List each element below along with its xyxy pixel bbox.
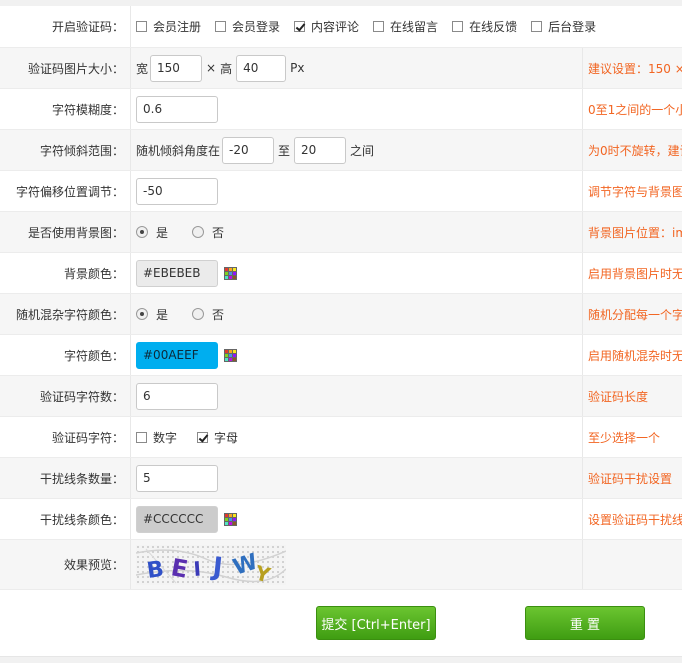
label-char-count: 验证码字符数： (39, 389, 124, 404)
tip-line-color: 设置验证码干扰线 (588, 512, 682, 527)
checkbox-admin-login[interactable]: 后台登录 (531, 18, 596, 35)
checkbox-online-feedback[interactable]: 在线反馈 (452, 18, 517, 35)
char-count-input[interactable]: 6 (136, 382, 218, 410)
label-line-color: 干扰线条颜色： (39, 512, 124, 527)
captcha-preview-image[interactable]: B E I J WY (136, 544, 286, 585)
radio-use-bg-yes[interactable]: 是 (136, 224, 168, 241)
checkbox-box (215, 21, 227, 32)
line-color-input[interactable]: #CCCCCC (136, 505, 218, 533)
tilt-from-input[interactable]: -20 (222, 136, 275, 164)
row-char-count: 验证码字符数： 6 验证码长度 (0, 376, 682, 417)
checkbox-box (531, 21, 543, 32)
background-color-input[interactable]: #EBEBEB (136, 259, 218, 287)
label-preview: 效果预览： (63, 558, 124, 572)
radio-circle (192, 226, 205, 238)
color-picker-icon[interactable] (224, 348, 237, 362)
tip-use-background: 背景图片位置：im (588, 225, 682, 240)
offset-input[interactable]: -50 (136, 177, 218, 205)
row-offset: 字符偏移位置调节： -50 调节字符与背景图 (0, 171, 682, 212)
checkbox-digits[interactable]: 数字 (136, 429, 177, 446)
checkbox-letters[interactable]: 字母 (197, 429, 238, 446)
row-image-size: 验证码图片大小： 宽 150 × 高 40 Px 建议设置：150 × 40 (0, 48, 682, 89)
label-random-color: 随机混杂字符颜色： (15, 307, 124, 322)
checkbox-content-comment[interactable]: 内容评论 (294, 18, 359, 35)
row-tilt-range: 字符倾斜范围： 随机倾斜角度在 -20 至 20 之间 为0时不旋转，建议 (0, 130, 682, 171)
checkbox-online-message[interactable]: 在线留言 (373, 18, 438, 35)
checkbox-box (373, 21, 385, 32)
row-blur: 字符模糊度： 0.6 0至1之间的一个小数 (0, 89, 682, 130)
height-label: 高 (220, 61, 233, 76)
enable-options: 会员注册 会员登录 内容评论 在线留言 在线反馈 后台登录 (136, 6, 610, 47)
char-color-input[interactable]: #00AEEF (136, 341, 218, 369)
row-enable-captcha: 开启验证码： 会员注册 会员登录 内容评论 在线留言 在线反馈 后台登录 (0, 6, 682, 48)
label-background-color: 背景颜色： (63, 266, 124, 281)
label-line-count: 干扰线条数量： (39, 471, 124, 486)
line-count-input[interactable]: 5 (136, 464, 218, 492)
checkbox-member-register[interactable]: 会员注册 (136, 18, 201, 35)
row-preview: 效果预览： BEIJWY (0, 540, 682, 590)
tip-char-count: 验证码长度 (588, 389, 649, 404)
label-char-type: 验证码字符： (51, 430, 124, 445)
label-tilt-range: 字符倾斜范围： (39, 143, 124, 158)
tilt-prefix: 随机倾斜角度在 (136, 143, 221, 158)
label-enable-captcha: 开启验证码： (51, 20, 124, 34)
radio-use-bg-no[interactable]: 否 (192, 224, 224, 241)
tilt-to-word: 至 (278, 143, 291, 158)
color-picker-icon[interactable] (224, 266, 237, 280)
checkbox-box (452, 21, 464, 32)
color-picker-icon[interactable] (224, 512, 237, 526)
radio-random-color-no[interactable]: 否 (192, 306, 224, 323)
width-label: 宽 (136, 61, 149, 76)
checkbox-member-login[interactable]: 会员登录 (215, 18, 280, 35)
checkbox-box (294, 21, 306, 32)
label-char-color: 字符颜色： (63, 348, 124, 363)
tilt-to-input[interactable]: 20 (294, 136, 347, 164)
blur-input[interactable]: 0.6 (136, 95, 218, 123)
tilt-suffix: 之间 (350, 143, 375, 158)
width-input[interactable]: 150 (150, 54, 203, 82)
tip-background-color: 启用背景图片时无 (588, 266, 682, 281)
row-char-color: 字符颜色： #00AEEF 启用随机混杂时无 (0, 335, 682, 376)
tip-char-type: 至少选择一个 (588, 430, 661, 445)
row-background-color: 背景颜色： #EBEBEB 启用背景图片时无 (0, 253, 682, 294)
times-sign: × (206, 61, 217, 75)
row-char-type: 验证码字符： 数字 字母 至少选择一个 (0, 417, 682, 458)
label-use-background: 是否使用背景图： (27, 225, 124, 240)
radio-circle (192, 308, 205, 320)
row-random-color: 随机混杂字符颜色： 是 否 随机分配每一个字 (0, 294, 682, 335)
radio-random-color-yes[interactable]: 是 (136, 306, 168, 323)
checkbox-box (136, 431, 147, 443)
reset-button[interactable]: 重 置 (525, 606, 645, 640)
tip-char-color: 启用随机混杂时无 (588, 348, 682, 363)
radio-circle (136, 226, 148, 238)
tip-line-count: 验证码干扰设置 (588, 471, 673, 486)
checkbox-box (136, 21, 147, 32)
submit-button[interactable]: 提交 [Ctrl+Enter] (316, 606, 436, 640)
label-offset: 字符偏移位置调节： (15, 184, 124, 199)
radio-circle (136, 308, 148, 320)
tip-random-color: 随机分配每一个字 (588, 307, 682, 322)
row-use-background: 是否使用背景图： 是 否 背景图片位置：im (0, 212, 682, 253)
label-image-size: 验证码图片大小： (27, 61, 124, 76)
unit-label: Px (290, 61, 305, 75)
height-input[interactable]: 40 (236, 54, 287, 82)
label-blur: 字符模糊度： (51, 102, 124, 117)
tip-blur: 0至1之间的一个小数 (588, 102, 682, 117)
tip-tilt: 为0时不旋转，建议 (588, 143, 682, 158)
tip-image-size: 建议设置：150 × 40 (588, 61, 682, 76)
row-line-count: 干扰线条数量： 5 验证码干扰设置 (0, 458, 682, 499)
captcha-letter: B (145, 556, 165, 583)
row-line-color: 干扰线条颜色： #CCCCCC 设置验证码干扰线 (0, 499, 682, 540)
checkbox-box (197, 431, 209, 443)
tip-offset: 调节字符与背景图 (588, 184, 682, 199)
